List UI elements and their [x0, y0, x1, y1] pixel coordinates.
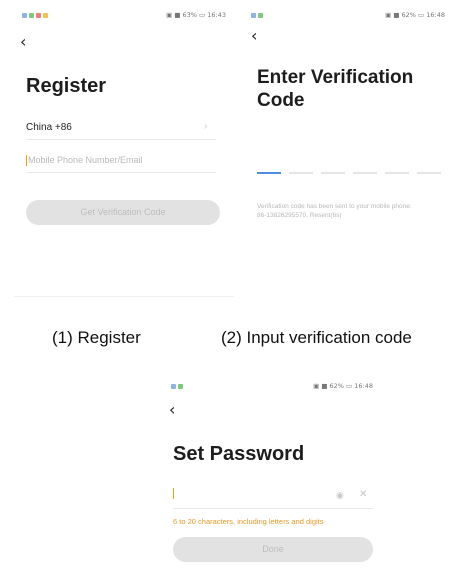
register-screen: ▣ ■ 63% ▭ 16:43 ‹ Register China +86 › M…: [14, 4, 234, 300]
text-cursor: [26, 155, 27, 167]
status-right: ▣ ■ 62% ▭ 16:48: [385, 11, 445, 19]
code-digit-3[interactable]: [321, 172, 345, 174]
phone-email-placeholder: Mobile Phone Number/Email: [28, 155, 143, 165]
set-password-screen: ▣ ■ 62% ▭ 16:48 ‹ Set Password ◉ ✕ 6 to …: [163, 375, 381, 578]
status-right: ▣ ■ 62% ▭ 16:48: [313, 382, 373, 390]
signal-icon: [22, 12, 27, 18]
phone-email-input[interactable]: Mobile Phone Number/Email: [26, 155, 143, 167]
get-verification-code-button[interactable]: Get Verification Code: [26, 200, 220, 225]
code-digit-5[interactable]: [385, 172, 409, 174]
signal-icon: [171, 383, 176, 389]
status-left: [22, 11, 50, 19]
text-cursor: [173, 488, 174, 500]
country-code-selector[interactable]: China +86: [26, 122, 72, 133]
status-bar: ▣ ■ 63% ▭ 16:43: [14, 10, 234, 22]
code-digit-4[interactable]: [353, 172, 377, 174]
code-digit-6[interactable]: [417, 172, 441, 174]
chevron-right-icon[interactable]: ›: [204, 121, 207, 132]
wifi-icon: [178, 383, 183, 389]
page-title: Register: [26, 75, 107, 97]
page-title-line2: Code: [257, 90, 305, 111]
wifi-icon: [29, 12, 34, 18]
bottom-divider: [14, 296, 234, 297]
verification-hint: Verification code has been sent to your …: [257, 202, 447, 220]
verification-screen: ▣ ■ 62% ▭ 16:48 ‹ Enter Verification Cod…: [243, 4, 453, 300]
notification-icon-2: [43, 12, 48, 18]
caption-verify: (2) Input verification code: [221, 328, 412, 347]
page-title-line1: Enter Verification: [257, 67, 414, 88]
status-right: ▣ ■ 63% ▭ 16:43: [166, 11, 226, 19]
status-left: [171, 382, 185, 390]
page-title: Enter Verification Code: [257, 66, 413, 112]
verification-hint-line1: Verification code has been sent to your …: [257, 203, 412, 210]
status-bar: ▣ ■ 62% ▭ 16:48: [163, 381, 381, 393]
wifi-icon: [258, 12, 263, 18]
back-arrow-icon[interactable]: ‹: [251, 28, 257, 44]
verification-hint-line2: 86-13826295570. Resent(6s): [257, 212, 342, 219]
code-digit-1[interactable]: [257, 172, 281, 174]
password-rule-warning: 6 to 20 characters, including letters an…: [173, 517, 324, 526]
status-bar: ▣ ■ 62% ▭ 16:48: [243, 10, 453, 22]
divider: [26, 139, 216, 140]
divider: [26, 172, 216, 173]
signal-icon: [251, 12, 256, 18]
code-digit-2[interactable]: [289, 172, 313, 174]
status-left: [251, 11, 265, 19]
show-password-eye-icon[interactable]: ◉: [336, 490, 344, 501]
caption-register: (1) Register: [52, 328, 141, 347]
back-arrow-icon[interactable]: ‹: [20, 34, 26, 50]
page-title: Set Password: [173, 443, 305, 465]
back-arrow-icon[interactable]: ‹: [169, 402, 175, 418]
divider: [173, 508, 373, 509]
done-button[interactable]: Done: [173, 537, 373, 562]
notification-icon: [36, 12, 41, 18]
clear-input-icon[interactable]: ✕: [359, 489, 367, 500]
